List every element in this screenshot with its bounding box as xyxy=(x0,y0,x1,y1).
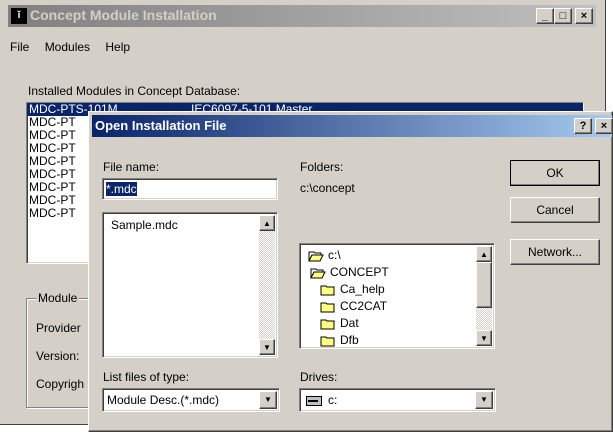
dialog-title: Open Installation File xyxy=(95,118,227,133)
module-group-label: Module xyxy=(36,291,80,305)
open-folder-icon xyxy=(308,250,324,262)
minimize-button[interactable]: _ xyxy=(536,8,554,24)
drive-icon xyxy=(306,395,322,406)
scroll-thumb[interactable] xyxy=(476,262,492,308)
main-title-bar[interactable]: ĭ Concept Module Installation _ □ × xyxy=(8,5,596,27)
file-type-select[interactable]: Module Desc.(*.mdc) ▼ xyxy=(102,388,280,412)
drives-label: Drives: xyxy=(300,370,338,384)
provider-label: Provider xyxy=(36,321,81,335)
folder-item[interactable]: Dat xyxy=(320,316,359,330)
cancel-button[interactable]: Cancel xyxy=(510,197,600,223)
help-button[interactable]: ? xyxy=(574,118,592,134)
scroll-up-arrow-icon[interactable]: ▲ xyxy=(259,215,275,231)
drives-select[interactable]: c: ▼ xyxy=(299,388,496,412)
menu-help[interactable]: Help xyxy=(105,40,130,54)
close-button[interactable]: × xyxy=(575,8,593,24)
files-list[interactable]: Sample.mdc ▲ ▼ xyxy=(102,212,278,358)
maximize-button[interactable]: □ xyxy=(554,8,572,24)
dropdown-arrow-icon[interactable]: ▼ xyxy=(475,391,493,409)
dialog-close-button[interactable]: × xyxy=(595,118,613,134)
scroll-down-arrow-icon[interactable]: ▼ xyxy=(259,339,275,355)
folder-icon xyxy=(320,335,336,347)
folder-item[interactable]: Dfb xyxy=(320,333,359,347)
folders-list[interactable]: c:\ CONCEPT Ca_help CC2CAT Dat Dfb ▲ ▼ xyxy=(299,243,495,349)
scroll-down-arrow-icon[interactable]: ▼ xyxy=(476,330,492,346)
folder-item[interactable]: CONCEPT xyxy=(310,265,389,279)
current-folder-path: c:\concept xyxy=(300,181,355,195)
file-item[interactable]: Sample.mdc xyxy=(111,218,178,232)
folder-item[interactable]: Ca_help xyxy=(320,282,385,296)
file-name-input[interactable]: *.mdc xyxy=(102,178,278,200)
menu-bar: File Modules Help xyxy=(10,40,142,54)
folder-icon xyxy=(320,301,336,313)
open-folder-icon xyxy=(310,267,326,279)
ok-button[interactable]: OK xyxy=(510,160,600,186)
dialog-title-bar[interactable]: Open Installation File ? × xyxy=(92,115,613,137)
menu-file[interactable]: File xyxy=(10,40,29,54)
scroll-up-arrow-icon[interactable]: ▲ xyxy=(476,246,492,262)
folder-icon xyxy=(320,284,336,296)
folders-label: Folders: xyxy=(300,160,344,174)
version-label: Version: xyxy=(36,349,80,363)
copyright-label: Copyrigh xyxy=(36,377,85,391)
file-name-value: *.mdc xyxy=(106,182,137,196)
main-window-title: Concept Module Installation xyxy=(30,7,217,23)
open-installation-file-dialog: Open Installation File ? × File name: *.… xyxy=(88,111,613,432)
folder-item[interactable]: CC2CAT xyxy=(320,299,387,313)
file-type-value: Module Desc.(*.mdc) xyxy=(107,393,220,407)
folder-icon xyxy=(320,318,336,330)
files-scrollbar[interactable]: ▲ ▼ xyxy=(259,215,275,355)
installed-modules-label: Installed Modules in Concept Database: xyxy=(28,84,241,98)
menu-modules[interactable]: Modules xyxy=(45,40,90,54)
file-name-label: File name: xyxy=(103,160,160,174)
file-type-label: List files of type: xyxy=(103,370,190,384)
folder-item[interactable]: c:\ xyxy=(308,248,341,262)
app-icon: ĭ xyxy=(11,8,27,24)
network-button[interactable]: Network... xyxy=(510,239,600,265)
drive-value: c: xyxy=(328,393,338,407)
dropdown-arrow-icon[interactable]: ▼ xyxy=(259,391,277,409)
folders-scrollbar[interactable]: ▲ ▼ xyxy=(476,246,492,346)
